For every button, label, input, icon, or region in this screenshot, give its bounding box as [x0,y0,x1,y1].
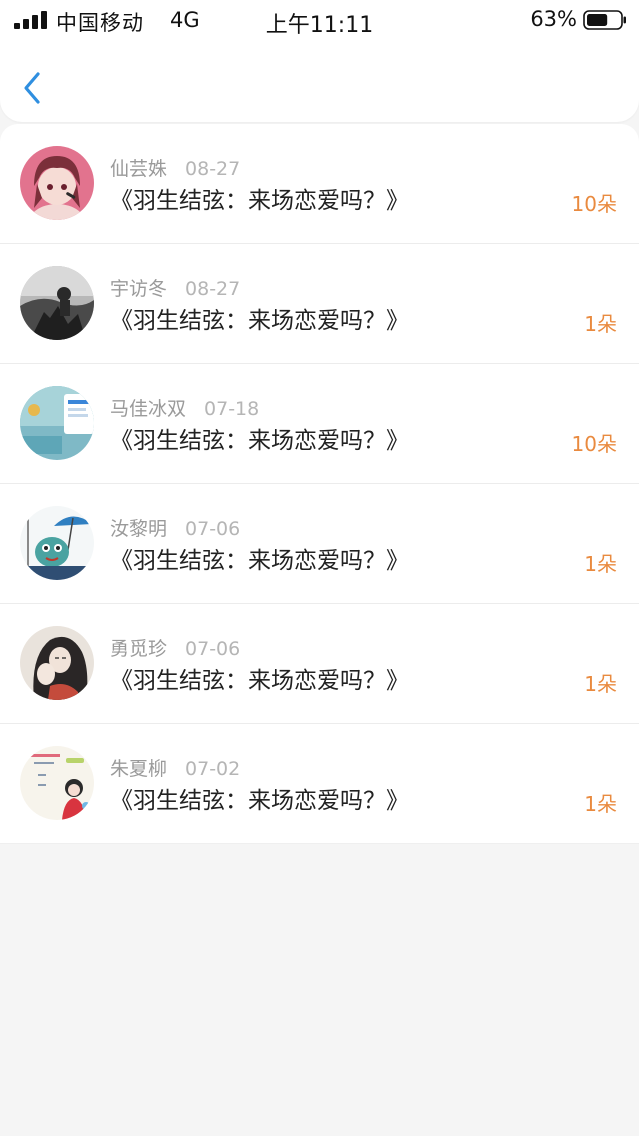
item-meta: 仙芸姝 08-27 [110,154,240,181]
avatar-cute-drawing[interactable] [20,746,94,820]
item-date: 07-06 [185,638,241,660]
list-item[interactable]: 勇觅珍 07-06 《羽生结弦：来场恋爱吗？》 1朵 [0,604,639,724]
flower-count: 1朵 [584,552,617,576]
book-title: 《羽生结弦：来场恋爱吗？》 [110,428,409,454]
item-meta: 勇觅珍 07-06 [110,634,240,661]
chevron-left-icon [24,72,40,104]
list-item[interactable]: 汝黎明 07-06 《羽生结弦：来场恋爱吗？》 1朵 [0,484,639,604]
avatar-ink-illustration[interactable] [20,626,94,700]
item-meta: 汝黎明 07-06 [110,514,240,541]
avatar-cartoon-umbrella[interactable] [20,506,94,580]
item-date: 08-27 [185,158,241,180]
flower-count: 10朵 [571,192,617,216]
book-title: 《羽生结弦：来场恋爱吗？》 [110,188,409,214]
item-meta: 宇访冬 08-27 [110,274,240,301]
item-meta: 朱夏柳 07-02 [110,754,240,781]
avatar-monochrome-photo[interactable] [20,266,94,340]
battery-percent: 63% [530,7,577,31]
gift-list: 仙芸姝 08-27 《羽生结弦：来场恋爱吗？》 10朵 宇访冬 08-27 《羽生结… [0,124,639,844]
item-date: 07-06 [185,518,241,540]
book-title: 《羽生结弦：来场恋爱吗？》 [110,788,409,814]
item-date: 07-18 [204,398,260,420]
user-name[interactable]: 朱夏柳 [110,758,167,780]
flower-count: 10朵 [571,432,617,456]
item-date: 08-27 [185,278,241,300]
list-item[interactable]: 朱夏柳 07-02 《羽生结弦：来场恋爱吗？》 1朵 [0,724,639,844]
book-title: 《羽生结弦：来场恋爱吗？》 [110,308,409,334]
list-item[interactable]: 宇访冬 08-27 《羽生结弦：来场恋爱吗？》 1朵 [0,244,639,364]
user-name[interactable]: 仙芸姝 [110,158,167,180]
item-date: 07-02 [185,758,241,780]
user-name[interactable]: 勇觅珍 [110,638,167,660]
item-meta: 马佳冰双 07-18 [110,394,259,421]
avatar-payment-screenshot[interactable] [20,386,94,460]
user-name[interactable]: 马佳冰双 [110,398,186,420]
book-title: 《羽生结弦：来场恋爱吗？》 [110,548,409,574]
book-title: 《羽生结弦：来场恋爱吗？》 [110,668,409,694]
user-name[interactable]: 汝黎明 [110,518,167,540]
list-item[interactable]: 马佳冰双 07-18 《羽生结弦：来场恋爱吗？》 10朵 [0,364,639,484]
user-name[interactable]: 宇访冬 [110,278,167,300]
flower-count: 1朵 [584,672,617,696]
status-bar: 中国移动 4G 上午11:11 63% [0,0,639,42]
flower-count: 1朵 [584,792,617,816]
back-button[interactable] [20,68,50,108]
battery-icon [583,10,626,30]
list-item[interactable]: 仙芸姝 08-27 《羽生结弦：来场恋爱吗？》 10朵 [0,124,639,244]
flower-count: 1朵 [584,312,617,336]
avatar-anime-girl[interactable] [20,146,94,220]
header: 中国移动 4G 上午11:11 63% [0,0,639,122]
